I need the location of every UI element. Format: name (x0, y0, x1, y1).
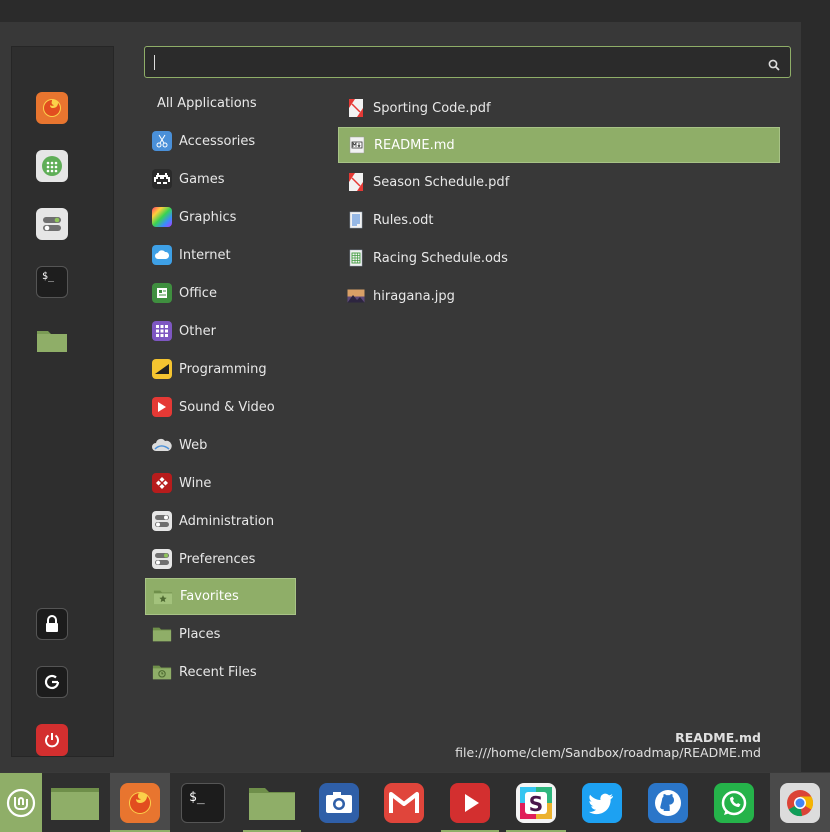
selected-file-name: README.md (675, 730, 761, 745)
gmail-icon[interactable] (378, 773, 430, 832)
menu-sidebar: $_ (11, 46, 114, 757)
document-icon (347, 210, 365, 230)
desktop-background (0, 0, 830, 22)
cloud-icon (152, 245, 172, 265)
scissors-icon (152, 131, 172, 151)
file-name: hiragana.jpg (373, 288, 455, 304)
file-item[interactable]: README.md (338, 127, 780, 163)
github-icon[interactable] (642, 773, 694, 832)
firefox-icon[interactable] (36, 92, 68, 124)
lock-icon[interactable] (36, 608, 68, 640)
play-icon (152, 397, 172, 417)
file-item[interactable]: Racing Schedule.ods (338, 239, 780, 277)
spreadsheet-icon (347, 248, 365, 268)
markdown-icon (348, 135, 366, 155)
category-label: Games (179, 171, 225, 187)
favorites-folder-icon (153, 587, 173, 607)
category-favorites[interactable]: Favorites (145, 578, 296, 615)
firefox-icon[interactable] (110, 773, 170, 832)
ruler-icon (152, 359, 172, 379)
recent-folder-icon (152, 662, 172, 682)
category-list: Accessories Games Graphics Internet Offi… (145, 122, 296, 691)
calculator-icon[interactable] (36, 150, 68, 182)
category-label: Programming (179, 361, 267, 377)
search-box[interactable] (144, 46, 791, 78)
file-name: Sporting Code.pdf (373, 100, 491, 116)
files-icon[interactable] (243, 773, 301, 832)
category-office[interactable]: Office (145, 274, 296, 312)
category-label: Places (179, 626, 221, 642)
application-menu: $_ All Applications Accessories Games Gr… (0, 22, 801, 772)
category-preferences[interactable]: Preferences (145, 540, 296, 578)
file-name: Rules.odt (373, 212, 434, 228)
category-label: Administration (179, 513, 275, 529)
category-label: Recent Files (179, 664, 257, 680)
logout-icon[interactable] (36, 666, 68, 698)
category-recent-files[interactable]: Recent Files (145, 653, 296, 691)
svg-text:S: S (529, 792, 543, 816)
category-accessories[interactable]: Accessories (145, 122, 296, 160)
category-other[interactable]: Other (145, 312, 296, 350)
files-icon[interactable] (36, 324, 68, 356)
chrome-icon[interactable] (770, 773, 830, 832)
wine-icon (152, 473, 172, 493)
all-applications-button[interactable]: All Applications (157, 96, 257, 111)
file-item[interactable]: Season Schedule.pdf (338, 163, 780, 201)
category-label: Other (179, 323, 216, 339)
category-places[interactable]: Places (145, 615, 296, 653)
category-games[interactable]: Games (145, 160, 296, 198)
file-name: Racing Schedule.ods (373, 250, 508, 266)
invader-icon (152, 169, 172, 189)
category-label: Internet (179, 247, 231, 263)
folder-icon (152, 624, 172, 644)
mint-menu-icon[interactable] (0, 773, 42, 832)
taskbar: $_ S (0, 772, 830, 832)
pdf-icon (347, 98, 365, 118)
search-icon[interactable] (768, 56, 780, 75)
file-item[interactable]: hiragana.jpg (338, 277, 780, 315)
category-label: Office (179, 285, 217, 301)
category-web[interactable]: Web (145, 426, 296, 464)
category-label: Wine (179, 475, 212, 491)
toggles-icon (152, 549, 172, 569)
terminal-icon[interactable]: $_ (178, 773, 228, 832)
category-administration[interactable]: Administration (145, 502, 296, 540)
category-label: Sound & Video (179, 399, 275, 415)
file-item[interactable]: Rules.odt (338, 201, 780, 239)
office-icon (152, 283, 172, 303)
category-sound-video[interactable]: Sound & Video (145, 388, 296, 426)
grid-icon (152, 321, 172, 341)
category-wine[interactable]: Wine (145, 464, 296, 502)
whatsapp-icon[interactable] (708, 773, 760, 832)
file-list: Sporting Code.pdf README.md Season Sched… (338, 89, 780, 315)
web-cloud-icon (152, 435, 172, 455)
category-label: Accessories (179, 133, 256, 149)
pdf-icon (347, 172, 365, 192)
palette-icon (152, 207, 172, 227)
category-label: Graphics (179, 209, 237, 225)
terminal-icon[interactable]: $_ (36, 266, 68, 298)
slack-icon[interactable]: S (506, 773, 566, 832)
power-icon[interactable] (36, 724, 68, 756)
file-item[interactable]: Sporting Code.pdf (338, 89, 780, 127)
youtube-icon[interactable] (441, 773, 499, 832)
camera-icon[interactable] (313, 773, 365, 832)
file-name: Season Schedule.pdf (373, 174, 510, 190)
search-input[interactable] (153, 53, 753, 73)
settings-icon[interactable] (36, 208, 68, 240)
category-label: Favorites (180, 589, 239, 604)
category-label: Web (179, 437, 208, 453)
show-desktop-icon[interactable] (50, 773, 100, 832)
file-name: README.md (374, 137, 455, 153)
toggles-icon (152, 511, 172, 531)
category-label: Preferences (179, 551, 256, 567)
category-internet[interactable]: Internet (145, 236, 296, 274)
selection-info: README.md file:///home/clem/Sandbox/road… (455, 730, 761, 760)
category-graphics[interactable]: Graphics (145, 198, 296, 236)
twitter-icon[interactable] (576, 773, 628, 832)
image-icon (347, 286, 365, 306)
selected-file-path: file:///home/clem/Sandbox/roadmap/README… (455, 745, 761, 760)
category-programming[interactable]: Programming (145, 350, 296, 388)
